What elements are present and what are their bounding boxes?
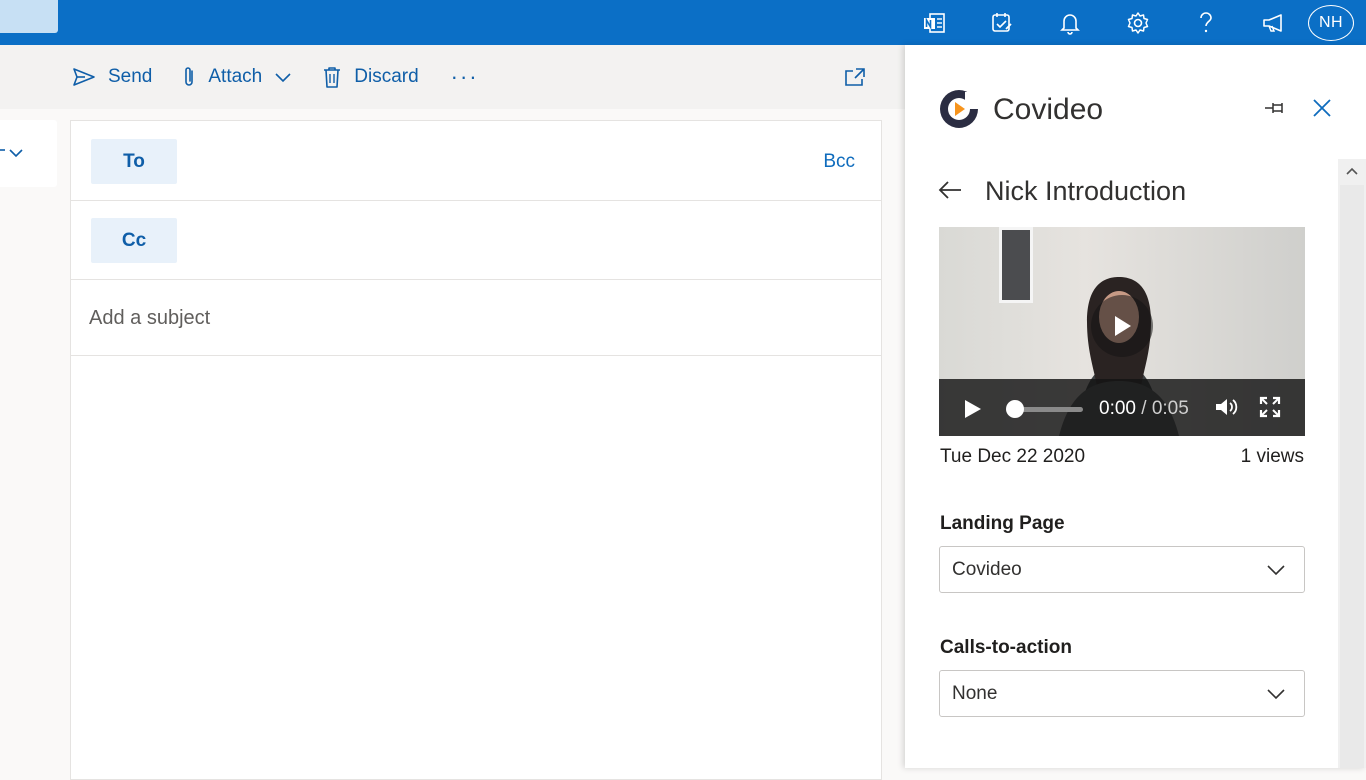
- send-button[interactable]: Send: [72, 57, 152, 97]
- attach-label: Attach: [208, 66, 263, 87]
- avatar[interactable]: NH: [1308, 4, 1354, 41]
- calls-to-action-value: None: [952, 683, 998, 704]
- progress-knob[interactable]: [1006, 400, 1024, 418]
- scrollbar-thumb[interactable]: [1340, 185, 1364, 768]
- attach-button[interactable]: Attach: [182, 57, 292, 97]
- popout-icon[interactable]: [843, 67, 867, 92]
- compose-form: To Bcc Cc Add a subject: [70, 120, 882, 780]
- top-bar-actions: NH: [900, 0, 1366, 45]
- bcc-button[interactable]: Bcc: [823, 151, 855, 173]
- panel-title: Covideo: [993, 93, 1104, 126]
- progress-track[interactable]: [1016, 407, 1083, 412]
- video-player[interactable]: 0:00 / 0:05: [939, 227, 1305, 436]
- landing-page-value: Covideo: [952, 559, 1022, 580]
- to-row: To Bcc: [71, 121, 881, 201]
- gear-icon[interactable]: [1104, 0, 1172, 45]
- more-options-button[interactable]: ···: [451, 64, 479, 90]
- landing-page-label: Landing Page: [940, 513, 1065, 534]
- duration: 0:05: [1151, 398, 1189, 419]
- close-icon[interactable]: [1311, 97, 1333, 119]
- video-date: Tue Dec 22 2020: [940, 446, 1086, 467]
- todo-icon[interactable]: [968, 0, 1036, 45]
- send-label: Send: [108, 66, 153, 87]
- trash-icon: [324, 67, 341, 88]
- video-controls: 0:00 / 0:05: [939, 379, 1305, 436]
- big-play-button[interactable]: [1091, 295, 1153, 357]
- chevron-down-icon[interactable]: [274, 71, 292, 83]
- time-separator: /: [1135, 398, 1152, 419]
- chevron-down-icon: [1267, 565, 1285, 576]
- pin-icon[interactable]: [1263, 97, 1289, 119]
- back-arrow-icon[interactable]: [937, 179, 963, 201]
- help-icon[interactable]: [1172, 0, 1240, 45]
- subject-input[interactable]: Add a subject: [89, 307, 210, 330]
- cc-row: Cc: [71, 201, 881, 280]
- play-icon: [1115, 316, 1131, 336]
- from-selector[interactable]: [0, 120, 57, 187]
- calls-to-action-select[interactable]: None: [939, 670, 1305, 717]
- bell-icon[interactable]: [1036, 0, 1104, 45]
- discard-button[interactable]: Discard: [322, 57, 419, 97]
- to-button[interactable]: To: [91, 139, 177, 184]
- top-app-bar: NH: [0, 0, 1366, 45]
- search-box[interactable]: [0, 0, 58, 33]
- current-time: 0:00: [1099, 398, 1136, 419]
- compose-toolbar: Send Attach Discard ···: [0, 45, 905, 109]
- video-views: 1 views: [1240, 446, 1304, 467]
- send-icon: [73, 68, 95, 86]
- calls-to-action-label: Calls-to-action: [940, 637, 1072, 658]
- feedback-icon[interactable]: [1240, 0, 1308, 45]
- chevron-down-icon: [1267, 689, 1285, 700]
- covideo-panel: Covideo Nick Introduction 0:00 / 0:05 Tu…: [905, 45, 1366, 768]
- paperclip-icon: [185, 67, 194, 86]
- covideo-logo-icon: [940, 90, 980, 128]
- chevron-down-icon: [0, 149, 23, 158]
- onenote-icon[interactable]: [900, 0, 968, 45]
- cc-button[interactable]: Cc: [91, 218, 177, 263]
- time-display: 0:00 / 0:05: [1099, 398, 1189, 420]
- volume-icon[interactable]: [1214, 396, 1240, 418]
- video-title: Nick Introduction: [985, 176, 1187, 206]
- discard-label: Discard: [354, 66, 419, 87]
- play-icon[interactable]: [964, 399, 982, 419]
- video-frame-picture: [999, 227, 1033, 303]
- scroll-up-icon[interactable]: [1346, 167, 1358, 175]
- landing-page-select[interactable]: Covideo: [939, 546, 1305, 593]
- panel-scrollbar[interactable]: [1338, 159, 1366, 768]
- fullscreen-icon[interactable]: [1259, 396, 1281, 418]
